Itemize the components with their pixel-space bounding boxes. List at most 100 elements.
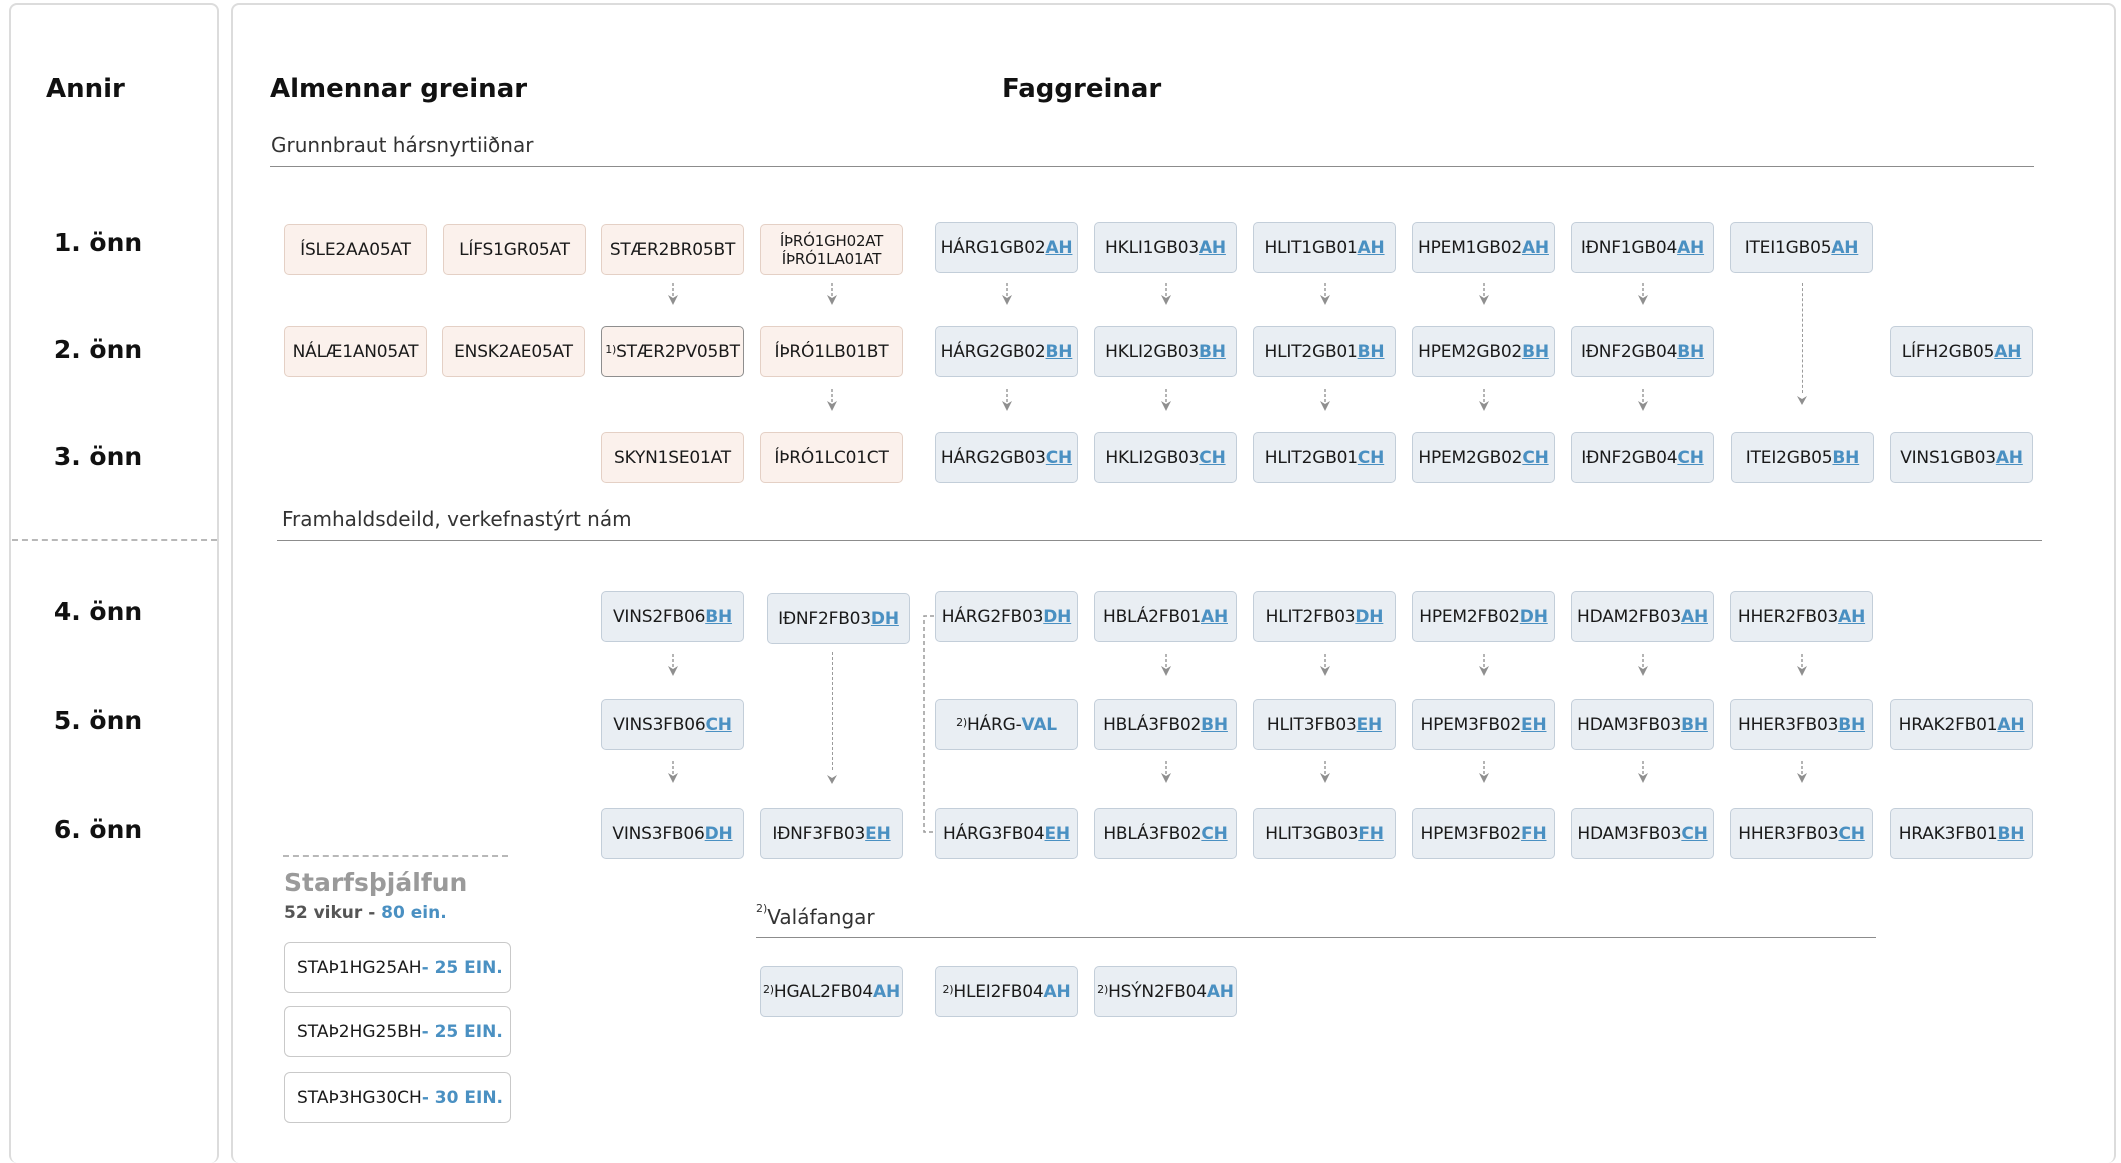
arrow-down-icon — [1161, 283, 1171, 305]
connector-idnf — [832, 652, 833, 770]
course-hdam6[interactable]: HDAM3FB03 CH — [1571, 808, 1714, 859]
course-hgal[interactable]: 2) HGAL2FB04 AH — [760, 966, 903, 1017]
course-idnf1[interactable]: IÐNF1GB04 AH — [1571, 222, 1714, 273]
arrow-down-icon — [1638, 761, 1648, 783]
course-harg6[interactable]: HÁRG3FB04 EH — [935, 808, 1078, 859]
starfs-item-2[interactable]: STAÞ2HG25BH - 25 EIN. — [284, 1006, 511, 1057]
arrow-down-icon — [1002, 389, 1012, 411]
course-hlit3[interactable]: HLIT2GB01 CH — [1253, 432, 1396, 483]
course-harg4[interactable]: HÁRG2FB03 DH — [935, 591, 1078, 642]
starfs-item-3[interactable]: STAÞ3HG30CH - 30 EIN. — [284, 1072, 511, 1123]
course-isle[interactable]: ÍSLE2AA05AT — [284, 224, 427, 275]
arrow-down-icon — [1797, 761, 1807, 783]
arrow-down-icon — [1320, 283, 1330, 305]
course-hlit5[interactable]: HLIT3FB03 EH — [1253, 699, 1396, 750]
arrow-down-icon — [1320, 654, 1330, 676]
course-hrak6[interactable]: HRAK3FB01 BH — [1890, 808, 2033, 859]
course-hpem1[interactable]: HPEM1GB02 AH — [1412, 222, 1555, 273]
course-harg3[interactable]: HÁRG2GB03 CH — [935, 432, 1078, 483]
course-hpem5[interactable]: HPEM3FB02 EH — [1412, 699, 1555, 750]
arrow-down-icon — [1797, 396, 1807, 405]
course-hpem3[interactable]: HPEM2GB02 CH — [1412, 432, 1555, 483]
course-ithrottir3[interactable]: ÍÞRÓ1LC01CT — [760, 432, 903, 483]
course-hlit2[interactable]: HLIT2GB01 BH — [1253, 326, 1396, 377]
harg-val-bracket — [923, 615, 934, 833]
arrow-down-icon — [1320, 389, 1330, 411]
course-hbla4[interactable]: HBLÁ2FB01 AH — [1094, 591, 1237, 642]
faggreinar-header: Faggreinar — [1002, 74, 1162, 104]
terms-panel — [9, 3, 219, 1163]
course-hlit4[interactable]: HLIT2FB03 DH — [1253, 591, 1396, 642]
section-valafangar: 2)Valáfangar — [756, 902, 875, 929]
section-framhald: Framhaldsdeild, verkefnastýrt nám — [282, 507, 632, 531]
term-divider — [12, 539, 217, 541]
arrow-down-icon — [668, 283, 678, 305]
course-hlei[interactable]: 2) HLEI2FB04 AH — [935, 966, 1078, 1017]
course-hlit6[interactable]: HLIT3GB03 FH — [1253, 808, 1396, 859]
starfs-item-1[interactable]: STAÞ1HG25AH - 25 EIN. — [284, 942, 511, 993]
course-lifs[interactable]: LÍFS1GR05AT — [443, 224, 586, 275]
course-idnf3[interactable]: IÐNF2GB04 CH — [1571, 432, 1714, 483]
arrow-down-icon — [668, 761, 678, 783]
course-vins1[interactable]: VINS1GB03 AH — [1890, 432, 2033, 483]
course-idnf4[interactable]: IÐNF2FB03 DH — [767, 593, 910, 644]
course-idnf2[interactable]: IÐNF2GB04 BH — [1571, 326, 1714, 377]
course-ensk[interactable]: ENSK2AE05AT — [442, 326, 585, 377]
course-itei1[interactable]: ITEI1GB05 AH — [1730, 222, 1873, 273]
arrow-down-icon — [1479, 654, 1489, 676]
course-nalae[interactable]: NÁLÆ1AN05AT — [284, 326, 427, 377]
arrow-down-icon — [1638, 389, 1648, 411]
section-framhald-rule — [277, 540, 2042, 541]
course-hsyn[interactable]: 2) HSÝN2FB04 AH — [1094, 966, 1237, 1017]
arrow-down-icon — [668, 654, 678, 676]
section-grunnbraut: Grunnbraut hársnyrtiiðnar — [271, 133, 534, 157]
arrow-down-icon — [1161, 389, 1171, 411]
term-3: 3. önn — [53, 442, 143, 471]
term-1: 1. önn — [53, 228, 143, 257]
course-hbla6[interactable]: HBLÁ3FB02 CH — [1094, 808, 1237, 859]
arrow-down-icon — [1797, 654, 1807, 676]
course-skyn[interactable]: SKYN1SE01AT — [601, 432, 744, 483]
term-4: 4. önn — [53, 597, 143, 626]
course-itei2[interactable]: ITEI2GB05 BH — [1731, 432, 1874, 483]
arrow-down-icon — [1479, 283, 1489, 305]
course-idnf6[interactable]: IÐNF3FB03 EH — [760, 808, 903, 859]
section-grunnbraut-rule — [270, 166, 2034, 167]
course-hdam5[interactable]: HDAM3FB03 BH — [1571, 699, 1714, 750]
course-vins4[interactable]: VINS2FB06 BH — [601, 591, 744, 642]
course-hpem4[interactable]: HPEM2FB02 DH — [1412, 591, 1555, 642]
arrow-down-icon — [1638, 654, 1648, 676]
course-hher6[interactable]: HHER3FB03 CH — [1730, 808, 1873, 859]
course-hkli3[interactable]: HKLI2GB03 CH — [1094, 432, 1237, 483]
course-hrak5[interactable]: HRAK2FB01 AH — [1890, 699, 2033, 750]
course-ithrottir2[interactable]: ÍÞRÓ1LB01BT — [760, 326, 903, 377]
course-harg2[interactable]: HÁRG2GB02 BH — [935, 326, 1078, 377]
course-hbla5[interactable]: HBLÁ3FB02 BH — [1094, 699, 1237, 750]
course-hpem6[interactable]: HPEM3FB02 FH — [1412, 808, 1555, 859]
course-ithrottir1[interactable]: ÍÞRÓ1GH02AT ÍÞRÓ1LA01AT — [760, 224, 903, 275]
term-5: 5. önn — [53, 706, 143, 735]
course-hpem2[interactable]: HPEM2GB02 BH — [1412, 326, 1555, 377]
course-vins6[interactable]: VINS3FB06 DH — [601, 808, 744, 859]
course-harg-val[interactable]: 2) HÁRG- VAL — [935, 699, 1078, 750]
course-staer1[interactable]: STÆR2BR05BT — [601, 224, 744, 275]
almennar-header: Almennar greinar — [270, 74, 528, 104]
course-hher4[interactable]: HHER2FB03 AH — [1730, 591, 1873, 642]
course-harg1[interactable]: HÁRG1GB02 AH — [935, 222, 1078, 273]
course-lifh[interactable]: LÍFH2GB05 AH — [1890, 326, 2033, 377]
arrow-down-icon — [1320, 761, 1330, 783]
annir-header: Annir — [46, 74, 125, 104]
course-hher5[interactable]: HHER3FB03 BH — [1730, 699, 1873, 750]
arrow-down-icon — [827, 283, 837, 305]
course-staer2[interactable]: 1) STÆR2PV05BT — [601, 326, 744, 377]
course-vins5[interactable]: VINS3FB06 CH — [601, 699, 744, 750]
arrow-down-icon — [1161, 761, 1171, 783]
starfs-title: Starfsþjálfun — [284, 868, 468, 897]
course-hkli1[interactable]: HKLI1GB03 AH — [1094, 222, 1237, 273]
course-hkli2[interactable]: HKLI2GB03 BH — [1094, 326, 1237, 377]
course-hlit1[interactable]: HLIT1GB01 AH — [1253, 222, 1396, 273]
course-hdam4[interactable]: HDAM2FB03 AH — [1571, 591, 1714, 642]
starfs-divider — [283, 855, 508, 857]
starfs-subtitle: 52 vikur - 80 ein. — [284, 903, 447, 923]
arrow-down-icon — [1479, 761, 1489, 783]
